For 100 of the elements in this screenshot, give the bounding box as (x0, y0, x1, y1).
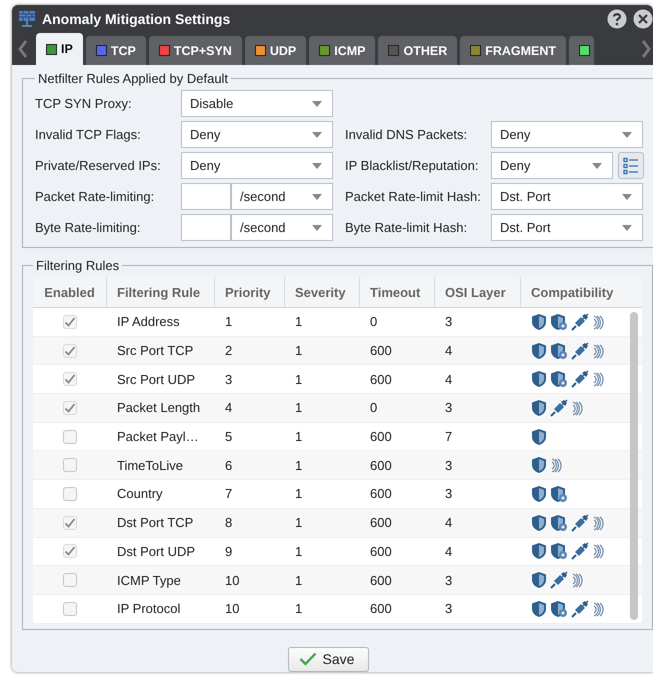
scroll-left-icon[interactable] (18, 39, 28, 59)
table-cell-text: ICMP Type (116, 572, 182, 588)
unit-dropdown[interactable]: /second (231, 214, 333, 241)
shield-gear-icon (550, 542, 568, 560)
tab[interactable]: UDP (244, 36, 306, 65)
shield-gear-icon (550, 600, 568, 618)
window-title: Anomaly Mitigation Settings (42, 11, 230, 27)
caret-icon (312, 162, 322, 168)
table-cell-text: 4 (444, 343, 454, 358)
dropdown[interactable]: Dst. Port (491, 183, 643, 210)
dropdown[interactable]: Deny (491, 121, 643, 148)
shield-icon (531, 484, 547, 503)
dropdown[interactable]: Deny (181, 152, 333, 179)
rate-input[interactable] (181, 183, 231, 210)
table-cell-text: 600 (369, 429, 393, 444)
column-header[interactable]: OSI Layer (435, 277, 521, 307)
table-cell-text: 0 (369, 400, 378, 416)
rate-input[interactable] (181, 214, 231, 241)
scrollbar[interactable] (630, 312, 638, 620)
table-cell-text: IP Address (116, 314, 181, 330)
scroll-right-icon[interactable] (641, 39, 651, 59)
table-cell-text: 600 (369, 372, 393, 387)
field-label: Packet Rate-limit Hash: (345, 189, 482, 204)
tab[interactable]: ICMP (309, 36, 376, 65)
caret-icon (592, 162, 602, 168)
checkbox[interactable] (63, 372, 77, 386)
checkbox[interactable] (63, 344, 77, 358)
shield-icon (531, 312, 547, 331)
caret-icon (622, 224, 632, 230)
table-cell-text: 1 (224, 314, 234, 330)
table-cell-text: Src Port UDP (116, 372, 196, 387)
shield-icon (531, 342, 547, 360)
table-cell-text: Packet Length (116, 400, 202, 416)
column-header[interactable]: Compatibility (521, 277, 642, 307)
table-cell-text: 0 (369, 314, 378, 330)
plug-icon (571, 514, 589, 532)
table-cell-text: 1 (294, 601, 304, 616)
table-cell-text: 600 (369, 544, 393, 559)
column-header[interactable]: Timeout (360, 277, 435, 307)
table-cell-text: 7 (224, 486, 234, 502)
tab[interactable]: TCP+SYN (148, 36, 242, 65)
close-icon[interactable] (633, 9, 653, 29)
checkbox[interactable] (63, 602, 77, 616)
checkbox[interactable] (63, 486, 77, 501)
help-icon[interactable] (607, 9, 627, 29)
dropdown[interactable]: Deny (491, 152, 613, 179)
checkbox[interactable] (63, 516, 77, 530)
checkbox[interactable] (63, 544, 77, 558)
table-cell-text: Packet Payl… (116, 429, 200, 444)
tab[interactable] (569, 36, 594, 65)
table-cell-text: 1 (294, 372, 304, 387)
checkbox[interactable] (63, 458, 77, 472)
table-cell-text: 1 (294, 486, 304, 502)
tab[interactable]: OTHER (378, 36, 458, 65)
table-cell-text: 10 (224, 572, 240, 588)
field-label: Invalid TCP Flags: (35, 127, 142, 142)
column-header[interactable]: Priority (215, 277, 285, 307)
table-cell-text: 600 (369, 458, 393, 473)
caret-icon (312, 194, 322, 200)
table-cell-text: 4 (444, 515, 454, 530)
plug-icon (571, 542, 589, 560)
table-cell-text: 3 (444, 572, 454, 588)
tab[interactable]: FRAGMENT (460, 36, 566, 65)
table-cell-text: 1 (294, 343, 304, 358)
table-cell-text: 1 (294, 458, 304, 473)
checkbox[interactable] (63, 400, 77, 415)
table-cell-text: 1 (294, 314, 304, 330)
tab[interactable]: TCP (86, 36, 146, 65)
table-cell-text: 1 (294, 544, 304, 559)
shield-icon (531, 542, 547, 560)
dropdown[interactable]: Disable (181, 90, 333, 117)
table-cell-text: 5 (224, 429, 234, 444)
shield-gear-icon (550, 342, 568, 360)
unit-dropdown[interactable]: /second (231, 183, 333, 210)
dropdown[interactable]: Deny (181, 121, 333, 148)
shield-gear-icon (550, 370, 568, 388)
checkbox[interactable] (63, 573, 77, 588)
table-cell-text: 9 (224, 544, 234, 559)
table-cell-text: 4 (444, 372, 454, 387)
table-cell-text: 3 (444, 601, 454, 616)
shield-icon (531, 398, 547, 417)
checkbox[interactable] (63, 314, 77, 329)
checkbox[interactable] (63, 430, 77, 444)
field-label: Invalid DNS Packets: (345, 127, 468, 142)
save-button[interactable]: Save (288, 646, 370, 672)
column-header[interactable]: Enabled (33, 277, 107, 307)
dropdown[interactable]: Dst. Port (491, 214, 643, 241)
firewall-icon (18, 10, 36, 28)
shield-icon (531, 514, 547, 532)
table-cell-text: Dst Port UDP (116, 544, 196, 559)
caret-icon (622, 132, 632, 138)
column-header[interactable]: Severity (285, 277, 360, 307)
list-button[interactable] (618, 152, 644, 179)
plug-icon (571, 370, 589, 388)
plug-icon (571, 312, 589, 331)
column-header[interactable]: Filtering Rule (107, 277, 215, 307)
table-cell-text: 3 (444, 458, 454, 473)
tab[interactable]: IP (36, 33, 83, 65)
shield-icon (531, 600, 547, 618)
field-label: Byte Rate-limiting: (35, 220, 142, 235)
